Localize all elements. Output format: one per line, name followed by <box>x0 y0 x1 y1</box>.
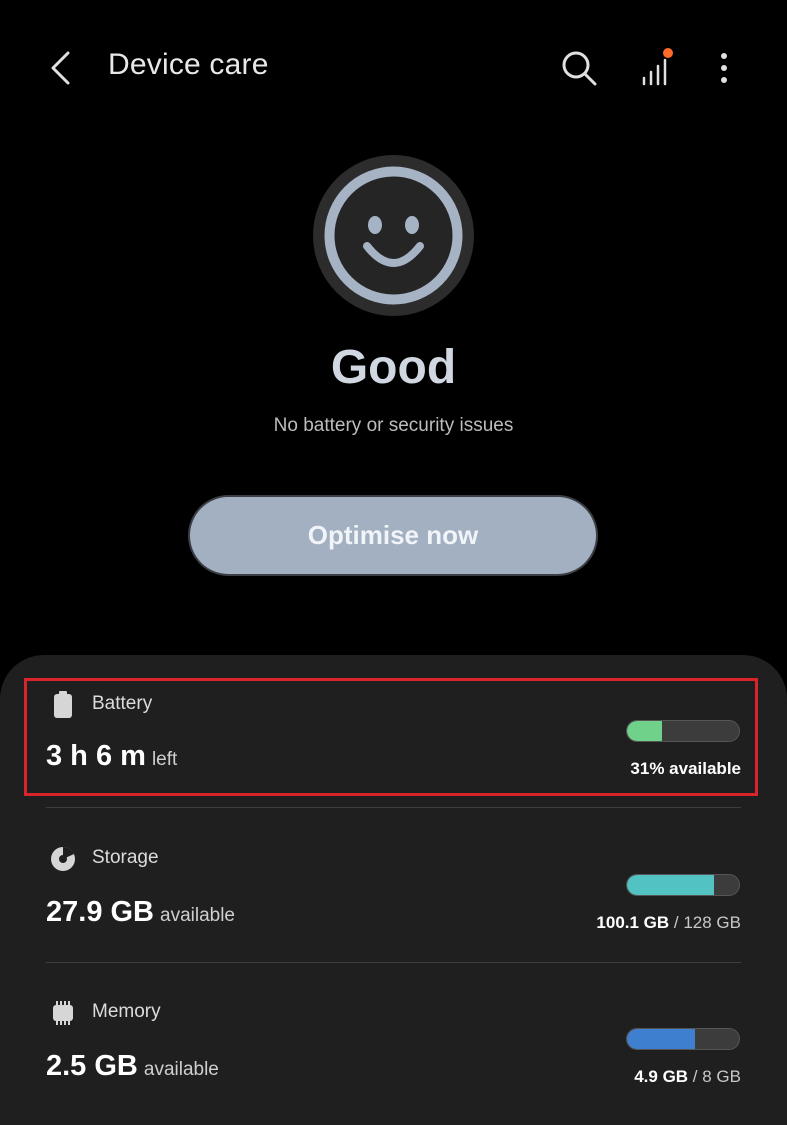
memory-caption: 4.9 GB / 8 GB <box>634 1067 741 1087</box>
memory-value-suffix: available <box>143 1059 219 1080</box>
divider <box>46 807 741 808</box>
memory-usage-fill <box>627 1029 696 1049</box>
notification-dot <box>663 48 673 58</box>
memory-usage-bar <box>626 1028 740 1050</box>
optimise-now-button[interactable]: Optimise now <box>188 495 598 576</box>
storage-pie-icon <box>48 844 78 874</box>
storage-value: 27.9 GB available <box>46 896 235 929</box>
search-icon <box>562 51 597 86</box>
memory-used-text: 4.9 GB <box>634 1067 689 1086</box>
memory-value: 2.5 GB available <box>46 1050 219 1083</box>
memory-chip-icon <box>48 998 78 1028</box>
battery-highlight-box <box>24 678 758 796</box>
smiley-face-icon <box>324 166 463 305</box>
app-header: Device care <box>0 0 787 135</box>
storage-usage-bar <box>626 874 740 896</box>
more-options-button[interactable] <box>700 44 748 92</box>
memory-available-amount: 2.5 GB <box>46 1050 138 1082</box>
storage-label: Storage <box>92 847 159 868</box>
storage-item[interactable]: Storage 27.9 GB available 100.1 GB / 128 … <box>0 832 787 950</box>
storage-usage-fill <box>627 875 715 895</box>
status-subtitle: No battery or security issues <box>273 415 514 436</box>
statistics-button[interactable] <box>632 44 680 92</box>
page-title: Device care <box>108 48 269 81</box>
back-button[interactable] <box>40 44 80 92</box>
bar-chart-icon <box>642 48 673 86</box>
status-indicator <box>313 155 474 316</box>
storage-total-text: / 128 GB <box>669 913 741 932</box>
storage-caption: 100.1 GB / 128 GB <box>596 913 741 933</box>
storage-value-suffix: available <box>160 905 235 926</box>
more-vertical-icon <box>721 53 727 83</box>
memory-total-text: / 8 GB <box>688 1067 741 1086</box>
memory-label: Memory <box>92 1001 161 1022</box>
status-title: Good <box>330 341 457 394</box>
memory-item[interactable]: Memory 2.5 GB available 4.9 GB / 8 GB <box>0 986 787 1104</box>
back-arrow-icon <box>51 51 70 85</box>
storage-used-text: 100.1 GB <box>596 913 670 932</box>
storage-available-amount: 27.9 GB <box>46 896 154 928</box>
divider <box>46 962 741 963</box>
search-button[interactable] <box>555 44 603 92</box>
